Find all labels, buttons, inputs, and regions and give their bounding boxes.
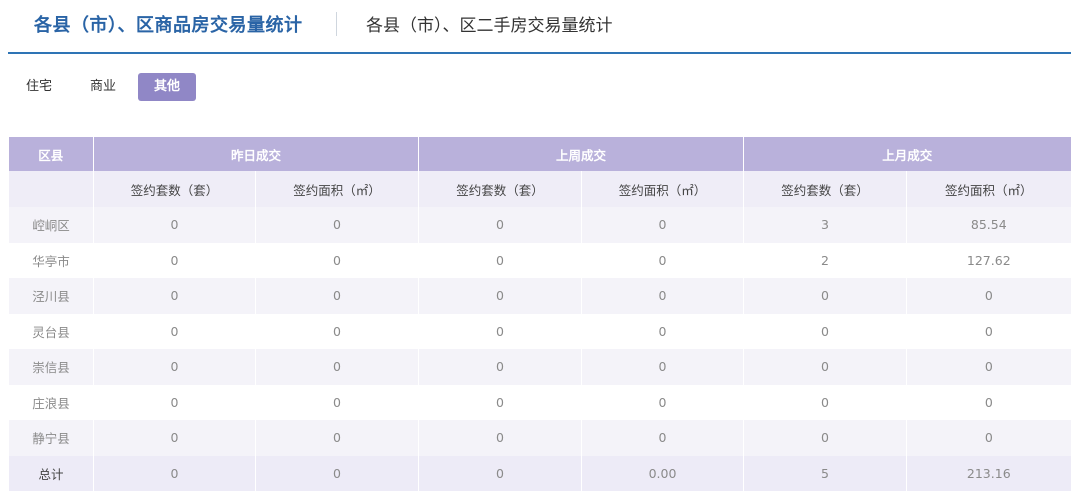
district-name: 静宁县 [8, 420, 94, 456]
subheader-count: 签约套数（套） [93, 171, 256, 207]
cell-area: 85.54 [906, 207, 1071, 243]
table-row: 泾川县 0 0 0 0 0 0 [8, 278, 1071, 314]
cell-area: 0 [254, 278, 419, 314]
cell-area: 0 [254, 313, 419, 349]
district-name: 庄浪县 [8, 384, 94, 420]
table-row: 崆峒区 0 0 0 0 3 85.54 [8, 207, 1071, 243]
subtab-commercial[interactable]: 商业 [82, 73, 124, 101]
tab-divider [336, 12, 337, 36]
tab-second-hand-stats[interactable]: 各县（市）、区二手房交易量统计 [366, 11, 613, 36]
cell-area: 0 [254, 242, 419, 278]
cell-count: 0 [418, 207, 582, 243]
cell-area: 0 [906, 384, 1071, 420]
transaction-table: 区县 昨日成交 上周成交 上月成交 签约套数（套） 签约面积（㎡） 签约套数（套… [8, 137, 1071, 491]
cell-count: 0 [93, 349, 256, 385]
group-header-last-month: 上月成交 [743, 137, 1071, 171]
cell-count: 2 [743, 242, 907, 278]
district-name: 华亭市 [8, 242, 94, 278]
group-header-yesterday: 昨日成交 [92, 137, 419, 171]
header-tabs: 各县（市）、区商品房交易量统计 各县（市）、区二手房交易量统计 [8, 0, 1071, 54]
cell-area: 0 [254, 420, 419, 456]
cell-count: 0 [93, 420, 256, 456]
cell-area: 0 [906, 420, 1071, 456]
cell-count: 0 [743, 278, 907, 314]
cell-count: 0 [93, 207, 256, 243]
cell-area: 0 [581, 313, 744, 349]
cell-count: 0 [418, 313, 582, 349]
cell-area: 127.62 [906, 242, 1071, 278]
cell-area: 0 [581, 278, 744, 314]
cell-count: 3 [743, 207, 907, 243]
group-header-last-week: 上周成交 [418, 137, 744, 171]
district-name: 泾川县 [8, 278, 94, 314]
district-name: 总计 [8, 455, 94, 491]
cell-count: 0 [93, 313, 256, 349]
cell-count: 0 [743, 384, 907, 420]
cell-area: 0 [254, 384, 419, 420]
cell-count: 0 [418, 278, 582, 314]
subheader-area: 签约面积（㎡） [254, 171, 419, 207]
subtab-other[interactable]: 其他 [138, 73, 197, 101]
cell-area: 0 [906, 349, 1071, 385]
table-row: 庄浪县 0 0 0 0 0 0 [8, 384, 1071, 420]
cell-count: 0 [93, 455, 256, 491]
table-row: 华亭市 0 0 0 0 2 127.62 [8, 242, 1071, 278]
cell-area: 0 [254, 207, 419, 243]
district-name: 崇信县 [8, 349, 94, 385]
cell-area: 213.16 [906, 455, 1071, 491]
subheader-area: 签约面积（㎡） [581, 171, 744, 207]
tab-new-housing-stats[interactable]: 各县（市）、区商品房交易量统计 [34, 11, 303, 37]
cell-area: 0 [581, 349, 744, 385]
cell-area: 0 [254, 455, 419, 491]
cell-count: 0 [418, 242, 582, 278]
subheader-count: 签约套数（套） [418, 171, 582, 207]
cell-area: 0 [581, 207, 744, 243]
total-row: 总计 0 0 0 0.00 5 213.16 [8, 455, 1071, 491]
subheader-area: 签约面积（㎡） [906, 171, 1071, 207]
cell-count: 0 [418, 420, 582, 456]
cell-area: 0 [581, 242, 744, 278]
district-name: 崆峒区 [8, 207, 94, 243]
cell-area: 0 [581, 384, 744, 420]
subheader-empty [8, 171, 94, 207]
cell-count: 5 [743, 455, 907, 491]
cell-area: 0.00 [581, 455, 744, 491]
district-header: 区县 [8, 137, 94, 171]
cell-count: 0 [93, 278, 256, 314]
table-row: 灵台县 0 0 0 0 0 0 [8, 313, 1071, 349]
cell-count: 0 [418, 349, 582, 385]
cell-count: 0 [743, 313, 907, 349]
district-name: 灵台县 [8, 313, 94, 349]
table-row: 静宁县 0 0 0 0 0 0 [8, 420, 1071, 456]
cell-count: 0 [743, 420, 907, 456]
cell-count: 0 [93, 242, 256, 278]
subtab-residential[interactable]: 住宅 [18, 73, 60, 101]
cell-count: 0 [93, 384, 256, 420]
cell-count: 0 [743, 349, 907, 385]
cell-area: 0 [254, 349, 419, 385]
cell-count: 0 [418, 384, 582, 420]
cell-count: 0 [418, 455, 582, 491]
subheader-count: 签约套数（套） [743, 171, 907, 207]
cell-area: 0 [581, 420, 744, 456]
cell-area: 0 [906, 278, 1071, 314]
cell-area: 0 [906, 313, 1071, 349]
table-row: 崇信县 0 0 0 0 0 0 [8, 349, 1071, 385]
